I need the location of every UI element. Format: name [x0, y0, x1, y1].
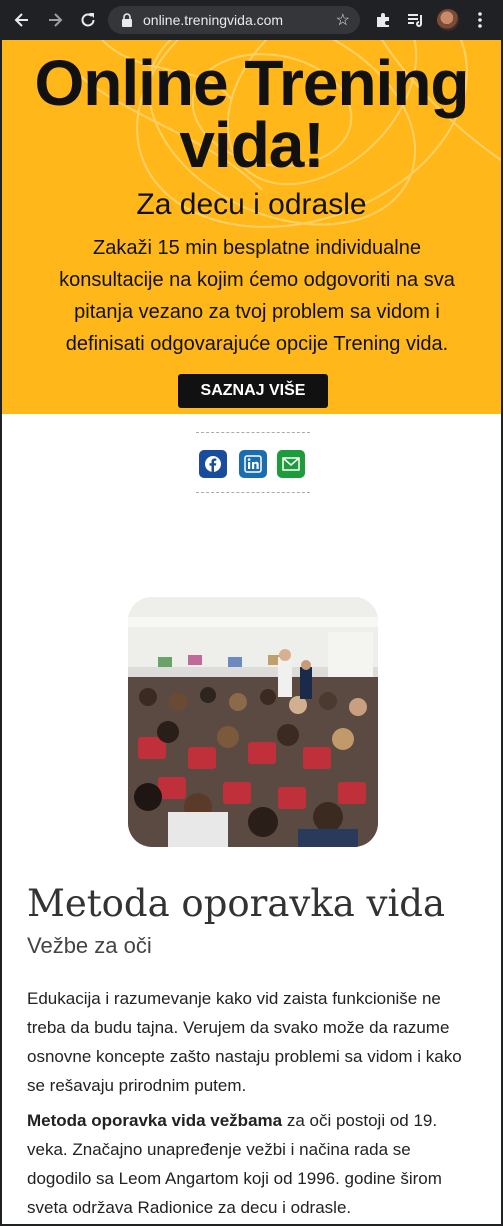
divider-bottom — [196, 492, 310, 493]
address-bar[interactable]: online.treningvida.com ☆ — [108, 6, 360, 34]
hero-title: Online Trening vida! — [2, 47, 501, 181]
menu-icon[interactable] — [468, 8, 492, 32]
forward-arrow-icon[interactable] — [43, 8, 67, 32]
hero-subtitle: Za decu i odrasle — [136, 188, 367, 221]
divider-top — [196, 432, 310, 433]
back-arrow-icon[interactable] — [10, 8, 34, 32]
hero-title-line1: Online Trening — [34, 47, 469, 119]
url-text: online.treningvida.com — [143, 12, 284, 28]
hero-banner: Online Trening vida! Za decu i odrasle Z… — [2, 40, 501, 414]
section-heading: Metoda oporavka vida — [27, 882, 446, 925]
paragraph-intro: Edukacija i razumevanje kako vid zaista … — [27, 989, 462, 1095]
learn-more-button[interactable]: SAZNAJ VIŠE — [178, 374, 328, 408]
hero-description: Zakaži 15 min besplatne individualne kon… — [59, 237, 455, 355]
method-name-bold: Metoda oporavka vida vežbama — [27, 1111, 283, 1130]
section-subheading: Vežbe za oči — [27, 933, 152, 958]
lock-icon — [121, 13, 133, 32]
extensions-icon[interactable] — [371, 8, 395, 32]
media-icon[interactable] — [404, 8, 428, 32]
paragraph-method: Metoda oporavka vida vežbama za oči post… — [27, 1106, 477, 1222]
page-viewport: Online Trening vida! Za decu i odrasle Z… — [0, 40, 503, 1226]
facebook-icon[interactable] — [199, 450, 227, 478]
hero-title-line2: vida! — [179, 109, 324, 181]
browser-toolbar: online.treningvida.com ☆ — [0, 0, 503, 40]
email-icon[interactable] — [277, 450, 305, 478]
avatar[interactable] — [437, 9, 459, 31]
linkedin-icon[interactable] — [239, 450, 267, 478]
workshop-photo — [128, 597, 378, 847]
reload-icon[interactable] — [76, 8, 100, 32]
star-icon[interactable]: ☆ — [336, 10, 350, 30]
